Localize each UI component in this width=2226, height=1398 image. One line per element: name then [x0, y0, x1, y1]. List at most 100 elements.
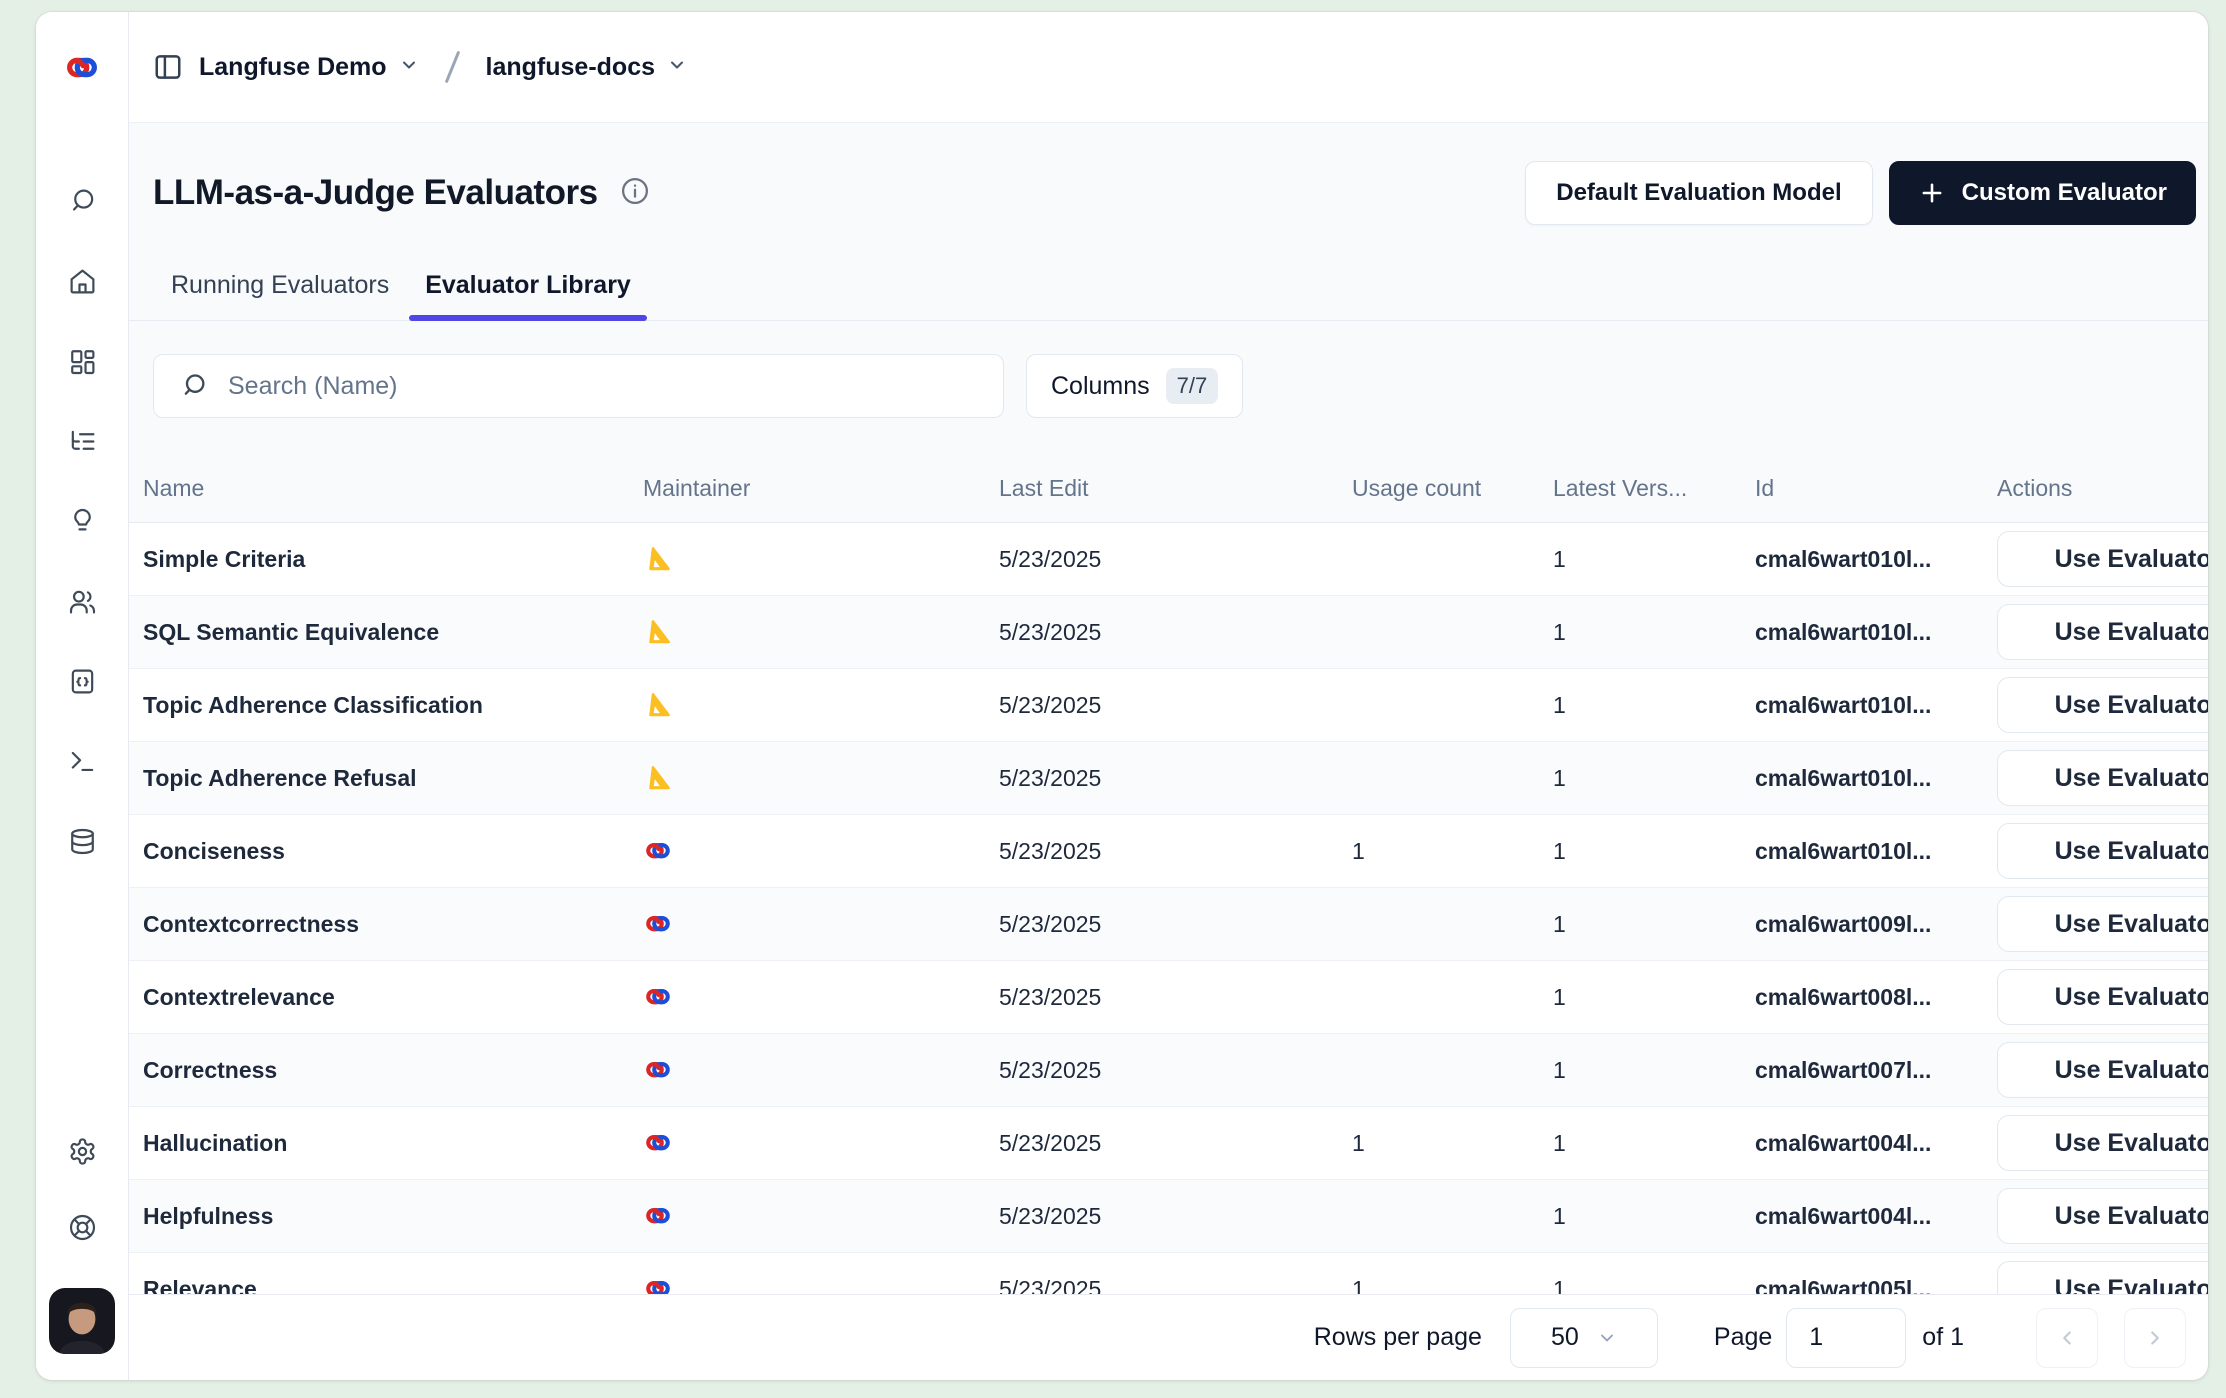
use-evaluator-button[interactable]: Use Evaluator	[1997, 823, 2208, 879]
actions-cell: Use Evaluator	[1997, 1261, 2208, 1294]
pagination-footer: Rows per page 50 Page of 1	[129, 1294, 2208, 1380]
maintainer-cell	[643, 1201, 999, 1231]
table-body: Simple Criteria 5/23/2025 1 cmal6wart010…	[129, 523, 2208, 1294]
sidebar-nav	[67, 186, 97, 856]
actions-cell: Use Evaluator	[1997, 1042, 2208, 1098]
evaluator-name: Relevance	[143, 1276, 643, 1295]
chevron-left-icon	[2056, 1327, 2078, 1349]
actions-cell: Use Evaluator	[1997, 531, 2208, 587]
evaluator-name: Conciseness	[143, 838, 643, 865]
use-evaluator-button[interactable]: Use Evaluator	[1997, 1188, 2208, 1244]
col-usage-count: Usage count	[1352, 475, 1553, 502]
evaluator-name: Topic Adherence Refusal	[143, 765, 643, 792]
playground-icon[interactable]	[67, 746, 97, 776]
id-cell: cmal6wart004l...	[1755, 1203, 1997, 1230]
tabs: Running Evaluators Evaluator Library	[129, 261, 2208, 321]
langfuse-maintainer-icon	[643, 982, 673, 1012]
table-row[interactable]: Simple Criteria 5/23/2025 1 cmal6wart010…	[129, 523, 2208, 596]
previous-page-button[interactable]	[2036, 1308, 2098, 1368]
prompts-icon[interactable]	[67, 666, 97, 696]
latest-version-cell: 1	[1553, 1130, 1755, 1157]
page-header: LLM-as-a-Judge Evaluators Default Evalua…	[129, 123, 2208, 225]
actions-cell: Use Evaluator	[1997, 750, 2208, 806]
latest-version-cell: 1	[1553, 1276, 1755, 1295]
evaluator-name: Correctness	[143, 1057, 643, 1084]
last-edit-cell: 5/23/2025	[999, 911, 1352, 938]
tab-evaluator-library[interactable]: Evaluator Library	[407, 261, 649, 320]
search-icon	[180, 372, 208, 400]
use-evaluator-button[interactable]: Use Evaluator	[1997, 750, 2208, 806]
custom-evaluator-button[interactable]: Custom Evaluator	[1889, 161, 2196, 225]
langfuse-maintainer-icon	[643, 909, 673, 939]
default-evaluation-model-button[interactable]: Default Evaluation Model	[1525, 161, 1872, 225]
actions-cell: Use Evaluator	[1997, 896, 2208, 952]
col-last-edit: Last Edit	[999, 475, 1352, 502]
evaluator-name: Hallucination	[143, 1130, 643, 1157]
maintainer-cell	[643, 836, 999, 866]
home-icon[interactable]	[67, 266, 97, 296]
use-evaluator-button[interactable]: Use Evaluator	[1997, 1261, 2208, 1294]
table-row[interactable]: Contextrelevance 5/23/2025 1 cmal6wart00…	[129, 961, 2208, 1034]
last-edit-cell: 5/23/2025	[999, 546, 1352, 573]
chevron-down-icon	[1597, 1328, 1617, 1348]
table-row[interactable]: SQL Semantic Equivalence 5/23/2025 1 cma…	[129, 596, 2208, 669]
table-row[interactable]: Conciseness 5/23/2025 1 1 cmal6wart010l.…	[129, 815, 2208, 888]
project-switcher[interactable]: langfuse-docs	[486, 53, 687, 82]
maintainer-cell	[643, 544, 999, 574]
evaluators-table: Name Maintainer Last Edit Usage count La…	[129, 455, 2208, 1294]
tracing-icon[interactable]	[67, 426, 97, 456]
actions-cell: Use Evaluator	[1997, 604, 2208, 660]
latest-version-cell: 1	[1553, 911, 1755, 938]
table-row[interactable]: Correctness 5/23/2025 1 cmal6wart007l...…	[129, 1034, 2208, 1107]
langfuse-logo[interactable]	[63, 12, 101, 124]
project-name: langfuse-docs	[486, 53, 655, 82]
avatar[interactable]	[49, 1288, 115, 1354]
users-icon[interactable]	[67, 586, 97, 616]
tab-running-evaluators[interactable]: Running Evaluators	[153, 261, 407, 320]
datasets-icon[interactable]	[67, 826, 97, 856]
use-evaluator-button[interactable]: Use Evaluator	[1997, 1042, 2208, 1098]
topbar: Langfuse Demo langfuse-docs	[129, 12, 2208, 123]
evaluator-name: Contextrelevance	[143, 984, 643, 1011]
columns-count-badge: 7/7	[1166, 368, 1219, 404]
page-label: Page	[1714, 1323, 1772, 1352]
ragas-maintainer-icon	[643, 617, 673, 647]
org-switcher[interactable]: Langfuse Demo	[199, 53, 419, 82]
evaluation-icon[interactable]	[67, 506, 97, 536]
rows-per-page-select[interactable]: 50	[1510, 1308, 1658, 1368]
use-evaluator-button[interactable]: Use Evaluator	[1997, 896, 2208, 952]
last-edit-cell: 5/23/2025	[999, 619, 1352, 646]
ragas-maintainer-icon	[643, 763, 673, 793]
table-row[interactable]: Relevance 5/23/2025 1 1 cmal6wart005l...…	[129, 1253, 2208, 1294]
latest-version-cell: 1	[1553, 1203, 1755, 1230]
last-edit-cell: 5/23/2025	[999, 1203, 1352, 1230]
use-evaluator-button[interactable]: Use Evaluator	[1997, 677, 2208, 733]
sidebar	[36, 12, 129, 1380]
table-row[interactable]: Contextcorrectness 5/23/2025 1 cmal6wart…	[129, 888, 2208, 961]
use-evaluator-button[interactable]: Use Evaluator	[1997, 604, 2208, 660]
sidebar-toggle-icon[interactable]	[153, 52, 183, 82]
toolbar: Columns 7/7	[129, 321, 2208, 455]
search-input[interactable]	[228, 372, 977, 401]
dashboard-icon[interactable]	[67, 346, 97, 376]
search-icon[interactable]	[67, 186, 97, 216]
actions-cell: Use Evaluator	[1997, 677, 2208, 733]
table-row[interactable]: Helpfulness 5/23/2025 1 cmal6wart004l...…	[129, 1180, 2208, 1253]
settings-icon[interactable]	[67, 1136, 97, 1166]
maintainer-cell	[643, 1055, 999, 1085]
table-row[interactable]: Topic Adherence Classification 5/23/2025…	[129, 669, 2208, 742]
search-box	[153, 354, 1004, 418]
col-latest-version: Latest Vers...	[1553, 475, 1755, 502]
table-row[interactable]: Topic Adherence Refusal 5/23/2025 1 cmal…	[129, 742, 2208, 815]
info-icon[interactable]	[620, 176, 650, 211]
support-icon[interactable]	[67, 1212, 97, 1242]
use-evaluator-button[interactable]: Use Evaluator	[1997, 531, 2208, 587]
ragas-maintainer-icon	[643, 690, 673, 720]
next-page-button[interactable]	[2124, 1308, 2186, 1368]
columns-button[interactable]: Columns 7/7	[1026, 354, 1243, 418]
last-edit-cell: 5/23/2025	[999, 1130, 1352, 1157]
page-number-input[interactable]	[1786, 1308, 1906, 1368]
use-evaluator-button[interactable]: Use Evaluator	[1997, 969, 2208, 1025]
use-evaluator-button[interactable]: Use Evaluator	[1997, 1115, 2208, 1171]
table-row[interactable]: Hallucination 5/23/2025 1 1 cmal6wart004…	[129, 1107, 2208, 1180]
